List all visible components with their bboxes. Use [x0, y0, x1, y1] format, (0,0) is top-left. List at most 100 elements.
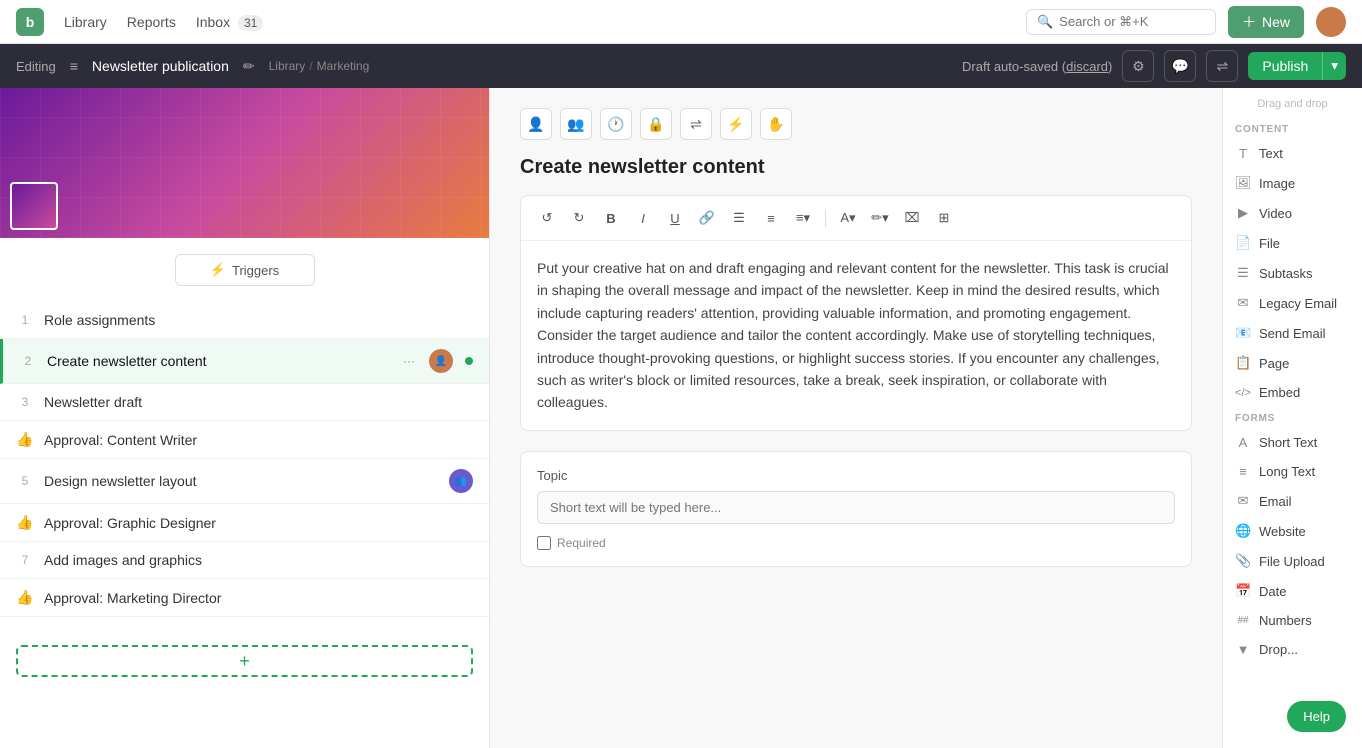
forms-item-short-text[interactable]: A Short Text — [1223, 428, 1362, 457]
breadcrumb-marketing[interactable]: Marketing — [317, 59, 370, 73]
content-item-page[interactable]: 📋 Page — [1223, 348, 1362, 378]
forms-section-label: FORMS — [1223, 407, 1362, 428]
forms-item-numbers[interactable]: ## Numbers — [1223, 606, 1362, 635]
app-logo[interactable]: b — [16, 8, 44, 36]
right-panel: Drag and drop CONTENT T Text 🖼 Image ▶ V… — [1222, 88, 1362, 748]
secondary-nav: Editing ≡ Newsletter publication ✏ Libra… — [0, 44, 1362, 88]
short-text-icon: A — [1235, 435, 1251, 450]
search-box[interactable]: 🔍 — [1026, 9, 1216, 35]
publish-button[interactable]: Publish — [1248, 52, 1322, 80]
task-item-approval[interactable]: 👍 Approval: Content Writer — [0, 421, 489, 459]
task-item-approval[interactable]: 👍 Approval: Marketing Director — [0, 579, 489, 617]
hero-grid — [0, 88, 489, 238]
content-section-label: CONTENT — [1223, 118, 1362, 139]
nav-reports[interactable]: Reports — [127, 14, 176, 30]
breadcrumb-sep: / — [309, 59, 312, 73]
task-more-button[interactable]: ··· — [399, 352, 419, 370]
editor-content[interactable]: Put your creative hat on and draft engag… — [521, 241, 1191, 430]
content-item-subtasks[interactable]: ☰ Subtasks — [1223, 258, 1362, 288]
edit-title-icon[interactable]: ✏ — [243, 58, 255, 75]
bullet-list-button[interactable]: ☰ — [725, 204, 753, 232]
main-layout: ⚡ Triggers 1 Role assignments 2 Create n… — [0, 88, 1362, 748]
breadcrumb-library[interactable]: Library — [269, 59, 306, 73]
send-email-icon: 📧 — [1235, 325, 1251, 341]
text-color-button[interactable]: A▾ — [834, 204, 862, 232]
editor-section: ↺ ↻ B I U 🔗 ☰ ≡ ≡▾ A▾ ✏▾ ⌧ ⊞ Put your cr… — [520, 195, 1192, 431]
settings-button[interactable]: ⚙ — [1122, 50, 1154, 82]
forms-item-dropdown[interactable]: ▼ Drop... — [1223, 635, 1362, 664]
content-item-file[interactable]: 📄 File — [1223, 228, 1362, 258]
align-button[interactable]: ≡▾ — [789, 204, 817, 232]
redo-button[interactable]: ↻ — [565, 204, 593, 232]
add-step-button[interactable]: + — [16, 645, 473, 677]
new-button[interactable]: ＋ New — [1228, 6, 1304, 38]
highlight-button[interactable]: ✏▾ — [866, 204, 894, 232]
secondary-nav-right: Draft auto-saved (discard) ⚙ 💬 ⇌ Publish… — [962, 50, 1346, 82]
task-item-active[interactable]: 2 Create newsletter content ··· 👤 — [0, 339, 489, 384]
assignee-icon[interactable]: 👤 — [520, 108, 552, 140]
comment-button[interactable]: 💬 — [1164, 50, 1196, 82]
bold-button[interactable]: B — [597, 204, 625, 232]
task-item-approval[interactable]: 👍 Approval: Graphic Designer — [0, 504, 489, 542]
team-icon[interactable]: 👥 — [560, 108, 592, 140]
shuffle-icon[interactable]: ⇌ — [680, 108, 712, 140]
task-item[interactable]: 1 Role assignments — [0, 302, 489, 339]
content-item-legacy-email[interactable]: ✉ Legacy Email — [1223, 288, 1362, 318]
forms-item-website[interactable]: 🌐 Website — [1223, 516, 1362, 546]
clock-icon[interactable]: 🕐 — [600, 108, 632, 140]
italic-button[interactable]: I — [629, 204, 657, 232]
underline-button[interactable]: U — [661, 204, 689, 232]
share-button[interactable]: ⇌ — [1206, 50, 1238, 82]
nav-inbox[interactable]: Inbox 31 — [196, 14, 264, 30]
search-input[interactable] — [1059, 14, 1205, 29]
form-section: Topic Required — [520, 451, 1192, 567]
avatar[interactable] — [1316, 7, 1346, 37]
file-upload-icon: 📎 — [1235, 553, 1251, 569]
topic-input[interactable] — [537, 491, 1175, 524]
task-item[interactable]: 3 Newsletter draft — [0, 384, 489, 421]
forms-item-long-text[interactable]: ≡ Long Text — [1223, 457, 1362, 486]
bolt-icon[interactable]: ⚡ — [720, 108, 752, 140]
hand-icon[interactable]: ✋ — [760, 108, 792, 140]
content-item-image[interactable]: 🖼 Image — [1223, 168, 1362, 198]
breadcrumb: Library / Marketing — [269, 59, 370, 73]
content-item-embed[interactable]: </> Embed — [1223, 378, 1362, 407]
toolbar-divider — [825, 209, 826, 227]
discard-link[interactable]: discard — [1066, 59, 1108, 74]
task-num: 3 — [16, 395, 34, 409]
forms-item-email[interactable]: ✉ Email — [1223, 486, 1362, 516]
required-checkbox[interactable] — [537, 536, 551, 550]
task-avatar: 👤 — [429, 349, 453, 373]
help-button[interactable]: Help — [1287, 701, 1346, 732]
task-item[interactable]: 5 Design newsletter layout 👥 — [0, 459, 489, 504]
embed-icon: </> — [1235, 387, 1251, 399]
task-item[interactable]: 7 Add images and graphics — [0, 542, 489, 579]
lightning-icon: ⚡ — [210, 262, 226, 278]
task-num: 5 — [16, 474, 34, 488]
forms-item-file-upload[interactable]: 📎 File Upload — [1223, 546, 1362, 576]
content-item-video[interactable]: ▶ Video — [1223, 198, 1362, 228]
file-icon: 📄 — [1235, 235, 1251, 251]
content-item-text[interactable]: T Text — [1223, 139, 1362, 168]
numbered-list-button[interactable]: ≡ — [757, 204, 785, 232]
triggers-button[interactable]: ⚡ Triggers — [175, 254, 315, 286]
more-format-button[interactable]: ⊞ — [930, 204, 958, 232]
clear-format-button[interactable]: ⌧ — [898, 204, 926, 232]
nav-library[interactable]: Library — [64, 14, 107, 30]
editing-label: Editing — [16, 59, 56, 74]
video-icon: ▶ — [1235, 205, 1251, 221]
content-item-send-email[interactable]: 📧 Send Email — [1223, 318, 1362, 348]
forms-item-date[interactable]: 📅 Date — [1223, 576, 1362, 606]
lock-icon[interactable]: 🔒 — [640, 108, 672, 140]
publish-dropdown-button[interactable]: ▾ — [1322, 52, 1346, 80]
link-button[interactable]: 🔗 — [693, 204, 721, 232]
active-dot — [465, 357, 473, 365]
task-title: Create newsletter content — [520, 156, 1192, 179]
center-panel: 👤 👥 🕐 🔒 ⇌ ⚡ ✋ Create newsletter content … — [490, 88, 1222, 748]
approval-icon: 👍 — [16, 431, 34, 448]
page-icon: 📋 — [1235, 355, 1251, 371]
drag-drop-hint: Drag and drop — [1223, 98, 1362, 110]
undo-button[interactable]: ↺ — [533, 204, 561, 232]
task-name: Approval: Marketing Director — [44, 590, 473, 606]
doc-title[interactable]: Newsletter publication — [92, 58, 229, 74]
